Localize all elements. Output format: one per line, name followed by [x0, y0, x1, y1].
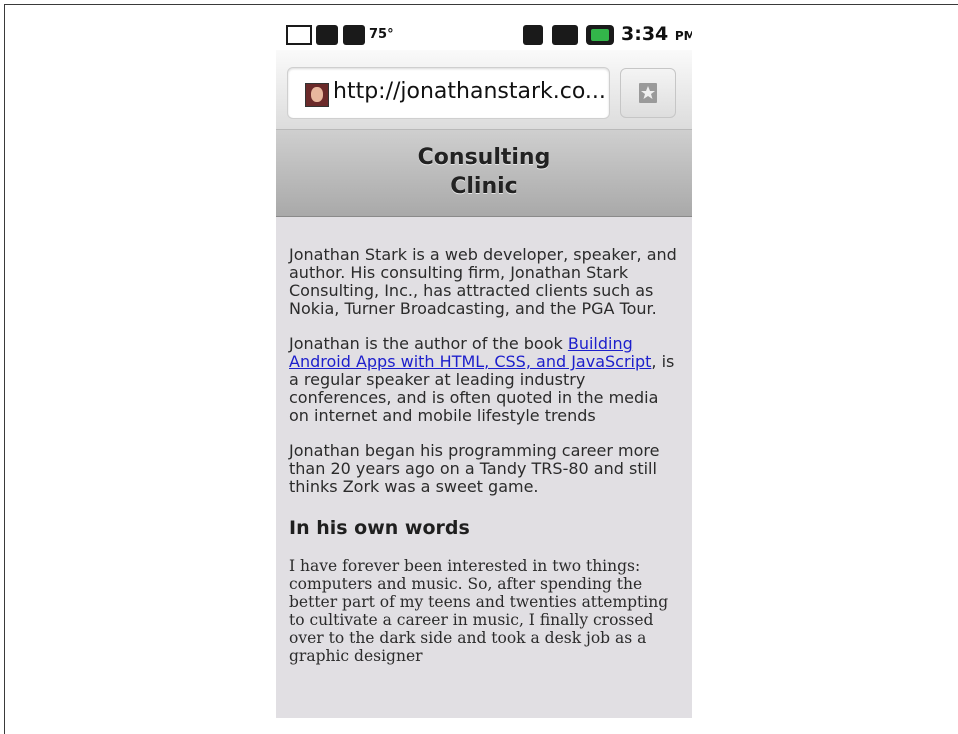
star-icon: [639, 83, 657, 103]
section-heading: In his own words: [289, 517, 470, 539]
url-input[interactable]: http://jonathanstark.co...: [287, 67, 610, 119]
battery-icon: [586, 25, 614, 45]
phone-screen: 75° 3:34 PM http://jonathanstark.co... C…: [276, 18, 692, 718]
clock-time: 3:34: [621, 23, 669, 45]
clock: 3:34 PM: [621, 23, 692, 45]
clock-ampm: PM: [674, 29, 692, 43]
browser-url-bar: http://jonathanstark.co...: [276, 50, 692, 130]
bio-paragraph-2: Jonathan is the author of the book Build…: [289, 335, 681, 425]
status-bar: 75° 3:34 PM: [276, 18, 692, 50]
page-title-line1: Consulting: [417, 145, 551, 170]
bio-paragraph-2-start: Jonathan is the author of the book: [289, 334, 568, 353]
gmail-icon: [286, 25, 312, 45]
url-text: http://jonathanstark.co...: [333, 79, 606, 104]
quote-paragraph: I have forever been interested in two th…: [289, 557, 669, 665]
page-title: Consulting Clinic: [276, 130, 692, 201]
bio-paragraph-3: Jonathan began his programming career mo…: [289, 441, 660, 496]
bookmark-button[interactable]: [620, 68, 676, 118]
temperature-indicator: 75°: [369, 27, 394, 42]
signal-icon: [552, 25, 578, 45]
usb-icon: [343, 25, 365, 45]
android-icon: [316, 25, 338, 45]
page-header: Consulting Clinic: [276, 130, 692, 217]
page-content: Jonathan Stark is a web developer, speak…: [289, 246, 681, 682]
bio-paragraph-1: Jonathan Stark is a web developer, speak…: [289, 245, 677, 318]
wifi-icon: [523, 25, 543, 45]
page-title-line2: Clinic: [450, 174, 518, 199]
favicon-icon: [305, 83, 329, 107]
